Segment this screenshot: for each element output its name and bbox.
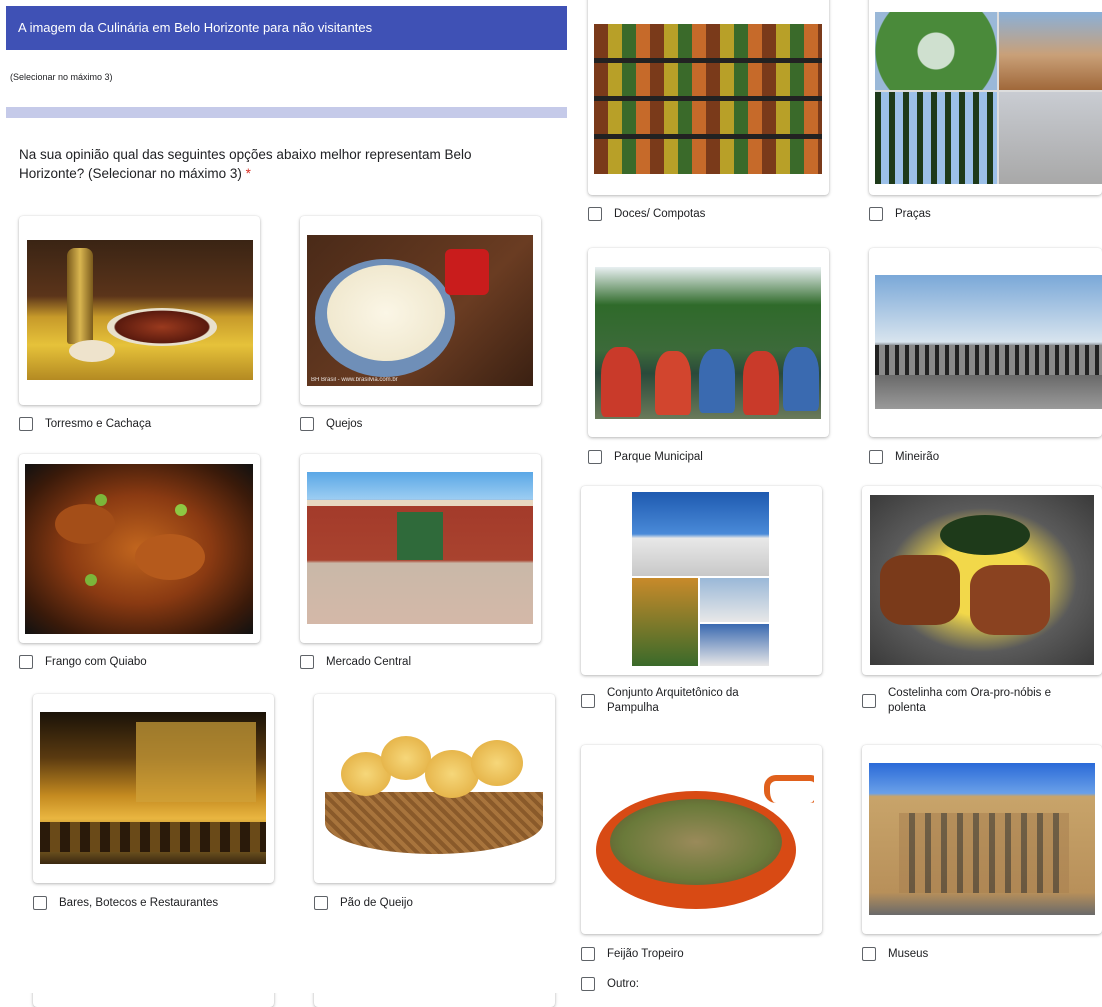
option-frango[interactable]: Frango com Quiabo	[19, 655, 147, 670]
option-feijao[interactable]: Feijão Tropeiro	[581, 947, 684, 962]
option-label: Pão de Queijo	[340, 897, 413, 909]
queijos-photo: BH Brasil - www.brasilvia.com.br	[307, 235, 533, 386]
option-outro[interactable]: Outro:	[581, 977, 639, 992]
option-image-card-frango[interactable]	[19, 454, 260, 643]
bares-botecos-photo	[40, 712, 266, 864]
checkbox[interactable]	[581, 947, 595, 961]
checkbox[interactable]	[588, 450, 602, 464]
pracas-photo	[875, 12, 1102, 184]
option-pracas[interactable]: Praças	[869, 207, 931, 222]
checkbox[interactable]	[869, 207, 883, 221]
option-image-card-parque[interactable]	[588, 248, 829, 437]
option-label: Feijão Tropeiro	[607, 948, 684, 960]
option-image-card-mercado[interactable]	[300, 454, 541, 643]
option-label: Outro:	[607, 978, 639, 990]
option-label: Doces/ Compotas	[614, 208, 706, 220]
checkbox[interactable]	[314, 896, 328, 910]
option-doces[interactable]: Doces/ Compotas	[588, 207, 705, 222]
option-label: Frango com Quiabo	[45, 656, 147, 668]
checkbox[interactable]	[581, 977, 595, 991]
option-pao-de-queijo[interactable]: Pão de Queijo	[314, 896, 413, 911]
frango-quiabo-photo	[25, 464, 253, 634]
feijao-tropeiro-photo	[588, 773, 814, 909]
pao-de-queijo-photo	[321, 722, 547, 854]
mineirao-photo	[875, 275, 1102, 409]
option-label: Praças	[895, 208, 931, 220]
photo-watermark: BH Brasil - www.brasilvia.com.br	[311, 377, 398, 383]
checkbox[interactable]	[33, 896, 47, 910]
option-mineirao[interactable]: Mineirão	[869, 450, 939, 465]
section-divider	[6, 107, 567, 118]
option-image-card-pampulha[interactable]	[581, 486, 822, 675]
option-label: Mineirão	[895, 451, 940, 463]
option-costelinha[interactable]: Costelinha com Ora-pro-nóbis e polenta	[862, 686, 1088, 716]
option-queijos[interactable]: Quejos	[300, 417, 362, 432]
option-parque[interactable]: Parque Municipal	[588, 450, 703, 465]
option-label: Costelinha com Ora-pro-nóbis e polenta	[888, 687, 1051, 714]
option-bares[interactable]: Bares, Botecos e Restaurantes	[33, 896, 218, 911]
option-image-card-torresmo[interactable]	[19, 216, 260, 405]
option-image-card-feijao[interactable]	[581, 745, 822, 934]
option-image-card-doces[interactable]	[588, 0, 829, 195]
option-image-card-pao-de-queijo[interactable]	[314, 694, 555, 883]
option-label: Parque Municipal	[614, 451, 703, 463]
checkbox[interactable]	[588, 207, 602, 221]
checkbox[interactable]	[862, 694, 876, 708]
checkbox[interactable]	[869, 450, 883, 464]
pampulha-photo	[632, 492, 769, 666]
checkbox[interactable]	[300, 417, 314, 431]
form-subnote: (Selecionar no máximo 3)	[10, 72, 113, 82]
required-mark: *	[245, 166, 251, 181]
checkbox[interactable]	[300, 655, 314, 669]
parque-municipal-photo	[595, 267, 821, 419]
checkbox[interactable]	[19, 417, 33, 431]
option-label: Mercado Central	[326, 656, 412, 668]
option-label: Bares, Botecos e Restaurantes	[59, 897, 219, 909]
option-label: Conjunto Arquitetônico da Pampulha	[607, 687, 739, 714]
option-museus[interactable]: Museus	[862, 947, 928, 962]
torresmo-cachaca-photo	[27, 240, 253, 380]
option-mercado[interactable]: Mercado Central	[300, 655, 411, 670]
form-title-bar: A imagem da Culinária em Belo Horizonte …	[6, 6, 567, 50]
option-label: Quejos	[326, 418, 363, 430]
checkbox[interactable]	[862, 947, 876, 961]
museus-photo	[869, 763, 1095, 915]
option-label: Museus	[888, 948, 929, 960]
option-image-card-pracas[interactable]	[869, 0, 1102, 195]
form-title: A imagem da Culinária em Belo Horizonte …	[18, 20, 373, 35]
option-image-card-queijos[interactable]: BH Brasil - www.brasilvia.com.br	[300, 216, 541, 405]
option-image-card-bares[interactable]	[33, 694, 274, 883]
checkbox[interactable]	[19, 655, 33, 669]
option-label: Torresmo e Cachaça	[45, 418, 152, 430]
mercado-central-photo	[307, 472, 533, 624]
option-torresmo[interactable]: Torresmo e Cachaça	[19, 417, 151, 432]
checkbox[interactable]	[581, 694, 595, 708]
cutoff-area	[0, 932, 580, 993]
costelinha-photo	[870, 495, 1094, 665]
option-pampulha[interactable]: Conjunto Arquitetônico da Pampulha	[581, 686, 777, 716]
option-image-card-museus[interactable]	[862, 745, 1102, 934]
option-image-card-costelinha[interactable]	[862, 486, 1102, 675]
option-image-card-mineirao[interactable]	[869, 248, 1102, 437]
doces-compotas-photo	[594, 24, 822, 174]
question-text: Na sua opinião qual das seguintes opções…	[19, 145, 539, 183]
